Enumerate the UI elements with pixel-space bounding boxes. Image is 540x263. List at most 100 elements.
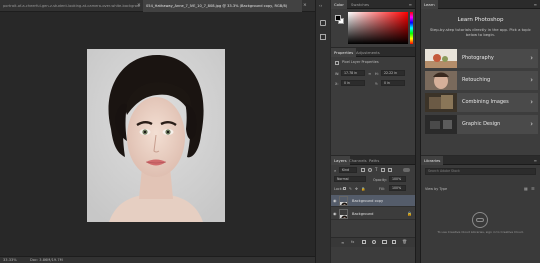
properties-panel-header: Properties Adjustments (331, 48, 415, 57)
lock-all-icon[interactable]: 🔒 (361, 187, 365, 191)
graphic-design-thumbnail (425, 115, 457, 134)
collapsed-panel-strip: ‹‹ (315, 0, 330, 263)
folder-icon[interactable] (382, 240, 387, 244)
fx-icon[interactable]: fx (351, 240, 354, 244)
libraries-panel-header: Libraries ≡ (421, 156, 540, 165)
chevron-right-icon: › (530, 54, 533, 62)
lock-transparent-icon[interactable] (343, 187, 346, 190)
learn-topic-photography[interactable]: Photography › (425, 49, 538, 68)
opacity-field[interactable]: 100% (389, 176, 406, 182)
topic-label: Photography (462, 55, 494, 61)
x-label: X: (335, 82, 339, 86)
layer-name[interactable]: Background copy (352, 195, 383, 207)
learn-topic-graphic-design[interactable]: Graphic Design › (425, 115, 538, 134)
width-label: W: (335, 72, 340, 76)
combining-images-thumbnail (425, 93, 457, 112)
photography-thumbnail (425, 49, 457, 68)
hue-slider[interactable] (410, 12, 413, 44)
libraries-panel: Libraries ≡ Search Adobe Stock View by T… (421, 156, 540, 263)
close-tab-icon[interactable]: × (303, 0, 307, 12)
panel-menu-icon[interactable]: ≡ (534, 0, 537, 9)
document-size[interactable]: Doc: 3.86M/19.7M (30, 257, 63, 263)
new-layer-icon[interactable] (392, 240, 396, 244)
visibility-eye-icon[interactable]: ◉ (333, 211, 337, 216)
color-field[interactable] (348, 12, 408, 44)
lock-position-icon[interactable]: ✥ (355, 187, 358, 191)
filter-shape-icon[interactable] (381, 168, 385, 172)
y-field[interactable]: 0 in (381, 80, 405, 86)
tab-paths[interactable]: Paths (366, 156, 382, 165)
layers-footer: ∞ fx 🗑 (331, 237, 415, 247)
topic-label: Retouching (462, 77, 491, 83)
tab-libraries[interactable]: Libraries (421, 156, 444, 165)
filter-smart-object-icon[interactable] (388, 168, 392, 172)
collapse-arrows-icon[interactable]: ‹‹ (319, 3, 322, 8)
layers-panel-header: Layers Channels Paths (331, 156, 415, 165)
link-icon[interactable]: ∞ (341, 240, 344, 245)
foreground-color-swatch[interactable] (335, 15, 341, 21)
lock-label: Lock: (334, 187, 343, 191)
learn-subtitle: Step-by-step tutorials directly in the a… (430, 27, 531, 37)
width-field[interactable]: 17.78 in (341, 70, 365, 76)
x-field[interactable]: 0 in (341, 80, 365, 86)
properties-panel: Properties Adjustments Pixel Layer Prope… (331, 48, 415, 155)
topic-label: Graphic Design (462, 121, 501, 127)
learn-title: Learn Photoshop (457, 17, 504, 23)
libraries-signin-note: To use Creative Cloud Libraries, sign in… (437, 230, 524, 234)
fill-field[interactable]: 100% (389, 185, 406, 191)
panel-menu-icon[interactable]: ≡ (534, 156, 537, 165)
properties-icon[interactable] (320, 34, 326, 40)
tab-swatches[interactable]: Swatches (348, 0, 372, 9)
tab-color[interactable]: Color (331, 0, 347, 9)
properties-section-title: Pixel Layer Properties (342, 60, 379, 64)
lock-image-icon[interactable]: ✎ (349, 187, 352, 191)
filter-adjustment-icon[interactable] (368, 168, 372, 172)
opacity-label: Opacity: (373, 178, 387, 182)
canvas-area[interactable] (0, 12, 315, 256)
list-view-icon[interactable]: ☰ (531, 186, 535, 191)
portrait-image[interactable] (87, 49, 225, 222)
blend-mode-select[interactable]: Normal (334, 176, 366, 182)
document-tab-inactive[interactable]: portrait-of-a-cheerful-gen-z-student-loo… (0, 0, 140, 12)
height-field[interactable]: 22.22 in (381, 70, 405, 76)
tab-adjustments[interactable]: Adjustments (353, 48, 383, 57)
learn-topic-retouching[interactable]: Retouching › (425, 71, 538, 90)
link-icon[interactable]: ∞ (368, 71, 371, 76)
lock-icon[interactable]: 🔒 (407, 211, 412, 216)
chevron-right-icon: › (530, 120, 533, 128)
filter-toggle[interactable] (403, 168, 410, 172)
layer-row-background-copy[interactable]: ◉ Background copy (331, 195, 415, 207)
layer-row-background[interactable]: ◉ Background 🔒 (331, 208, 415, 220)
filter-type-icon[interactable]: T (375, 167, 377, 172)
color-panel-header: Color Swatches ≡ (331, 0, 415, 9)
chevron-right-icon: › (530, 98, 533, 106)
creative-cloud-icon (472, 212, 488, 228)
status-bar: 33.33% Doc: 3.86M/19.7M (0, 256, 315, 263)
kind-filter-select[interactable]: Kind (339, 167, 357, 173)
y-label: Y: (375, 82, 378, 86)
height-label: H: (375, 72, 379, 76)
mask-icon[interactable] (362, 240, 366, 244)
panel-menu-icon[interactable]: ≡ (409, 0, 412, 9)
document-tab-active[interactable]: 054_Hathaway_Anne_7_IVE_10_7_808.jpg @ 3… (143, 0, 302, 12)
color-panel: Color Swatches ≡ (331, 0, 415, 47)
layer-name[interactable]: Background (352, 208, 373, 220)
learn-panel-header: Learn ≡ (421, 0, 540, 9)
filter-pixel-icon[interactable] (361, 168, 365, 172)
layer-thumbnail (339, 209, 348, 219)
visibility-eye-icon[interactable]: ◉ (333, 198, 337, 203)
library-search-input[interactable]: Search Adobe Stock (425, 168, 536, 175)
learn-topic-combining-images[interactable]: Combining Images › (425, 93, 538, 112)
chevron-right-icon: › (530, 76, 533, 84)
view-by-select[interactable]: View by Type (425, 187, 447, 191)
grid-view-icon[interactable]: ▦ (524, 186, 528, 191)
adjustment-icon[interactable] (372, 240, 376, 244)
history-icon[interactable] (320, 20, 326, 26)
zoom-level[interactable]: 33.33% (3, 257, 17, 263)
topic-label: Combining Images (462, 99, 509, 105)
retouching-thumbnail (425, 71, 457, 90)
tab-learn[interactable]: Learn (421, 0, 438, 9)
filter-icon: ⌕ (334, 168, 337, 173)
close-tab-icon[interactable]: × (137, 0, 141, 12)
trash-icon[interactable]: 🗑 (402, 239, 407, 244)
